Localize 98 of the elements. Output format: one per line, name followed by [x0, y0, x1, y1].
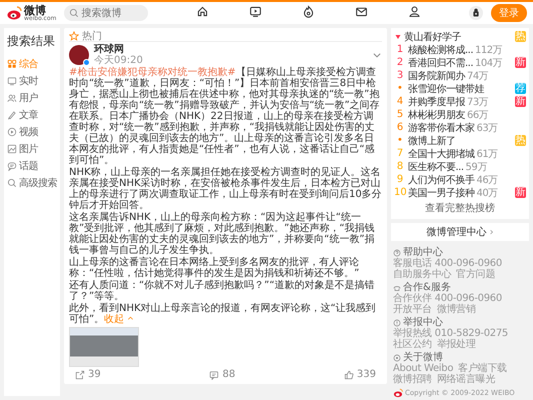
- hot-search-item[interactable]: 游客带你看木家: [408, 120, 474, 134]
- manage-center-button[interactable]: 微博管理中心 ›: [391, 223, 529, 241]
- hashtag-link[interactable]: #枪击安倍嫌犯母亲称对统一教抱歉#: [69, 67, 236, 78]
- sidebar-item[interactable]: 用户: [7, 89, 58, 106]
- help-icon: [393, 248, 401, 256]
- hot-search-item[interactable]: 国务院新闻办: [408, 68, 465, 82]
- chat-icon: [7, 160, 17, 170]
- home-icon[interactable]: [196, 5, 210, 18]
- sidebar-item[interactable]: 话题: [7, 157, 58, 174]
- avatar-icon[interactable]: [469, 6, 483, 20]
- section-label: 热门: [82, 30, 102, 42]
- flame-icon[interactable]: [302, 5, 316, 18]
- hot-search-item[interactable]: 微博上新了: [408, 134, 456, 148]
- tv-icon[interactable]: [249, 5, 262, 18]
- heat-count: 74万: [467, 70, 488, 82]
- caret-icon: [127, 315, 134, 322]
- rank-number: 4: [396, 96, 404, 107]
- heat-count: 73万: [467, 96, 488, 108]
- rank-number: 1: [396, 44, 404, 55]
- image-placeholder[interactable]: [69, 327, 139, 367]
- post-text: 此外，看到NHK对山上母亲言论的报道，有网友评论称，这“让我感到可怕”。收起: [69, 303, 377, 325]
- post-text: NHK称，山上母亲的一名亲属担任她在接受检方调查时的见证人。这名亲属在接受NHK采访时称，在安倍被枪杀事件发生后，日本检方已对山上的母亲进行了两次调查取证工作，山上母亲有时在受到询问后10多分钟后才开始回答。: [69, 167, 382, 211]
- mail-icon[interactable]: [355, 5, 368, 18]
- heat-count: 66万: [467, 108, 488, 122]
- hot-search-item[interactable]: 美国一男子接种: [408, 186, 474, 200]
- weibo-eye-icon: [393, 388, 403, 398]
- hot-search-item[interactable]: 黄山看好学子: [404, 30, 461, 44]
- pin-icon: [394, 32, 402, 40]
- hot-search-item[interactable]: 香港回归不需...: [408, 56, 474, 70]
- search-icon: [7, 178, 17, 188]
- play-icon: [7, 126, 17, 136]
- monitor-icon: [7, 76, 17, 86]
- hot-search-item[interactable]: 林彬彬男朋友: [408, 108, 465, 122]
- heat-count: 46万: [476, 174, 498, 186]
- hot-search-item[interactable]: 并购季度早报: [408, 94, 465, 108]
- post-text: 山上母亲的这番言论在日本网络上受到多名网友的批评，有人评论称：“任性啦，估计她觉得事件的发生是因为捐钱和祈祷还不够。”: [69, 257, 360, 279]
- picture-icon: [7, 144, 17, 154]
- bullet: •: [396, 135, 404, 146]
- hot-search-item[interactable]: 人们为何不换手: [408, 172, 474, 186]
- rank-number: 10: [394, 187, 406, 198]
- avatar-circle[interactable]: [69, 45, 89, 65]
- rank-number: 5: [396, 109, 404, 120]
- heat-count: 59万: [466, 160, 487, 174]
- footer-heading: 合作&服务: [403, 282, 451, 293]
- sidebar-item[interactable]: 实时: [7, 72, 58, 89]
- sidebar-item[interactable]: 图片: [7, 140, 58, 157]
- heat-count: 40万: [476, 186, 498, 200]
- person-icon[interactable]: [408, 5, 422, 18]
- hot-badge: 新: [515, 187, 526, 198]
- heat-count: 61万: [476, 148, 498, 160]
- rank-number: 6: [396, 122, 404, 133]
- cap-icon: [393, 284, 401, 292]
- hot-badge: 新: [515, 96, 526, 107]
- footer-heading: 帮助中心: [403, 247, 443, 258]
- rank-number: 3: [396, 70, 404, 81]
- sidebar-item[interactable]: 高级搜索: [7, 174, 58, 191]
- like-button[interactable]: 339: [344, 369, 376, 380]
- rank-number: 2: [396, 57, 404, 68]
- hot-search-item[interactable]: 全国十大拥堵城: [408, 146, 474, 160]
- more-link[interactable]: 查看完整热搜榜: [394, 199, 526, 217]
- author-name[interactable]: 环球网: [94, 44, 367, 55]
- rank-number: 8: [396, 161, 404, 172]
- logo-text: 微博: [24, 4, 46, 16]
- post-text: 这名亲属告诉NHK，山上的母亲向检方称：“因为这起事件让“统一教”受到批评，他其感到了麻烦，对此感到抱歉。”她还声称，“我捐钱就能让因处伤害的丈夫的灵魂回到该去的地方”，并称要向“统一教”捐钱一事曾与自己的儿子发生争执。: [69, 212, 376, 256]
- comment-button[interactable]: 88: [209, 369, 236, 380]
- sidebar-title: 搜索结果: [7, 33, 56, 50]
- arrow-icon: ›: [490, 227, 494, 238]
- heat-count: 104万: [475, 56, 502, 70]
- warning-icon: [393, 318, 401, 326]
- hot-search-item[interactable]: 核酸检测将成...: [408, 42, 474, 56]
- hot-badge: 热: [515, 31, 526, 42]
- weibo-eye-icon: [6, 5, 22, 21]
- post-text: 还有人质问道：“你就不对儿子感到抱歉吗？”“道歉的对象是不是搞错了？”等等。: [69, 280, 376, 302]
- share-icon: [75, 370, 85, 380]
- hot-badge: 荐: [515, 83, 526, 94]
- search-field[interactable]: 搜索微博: [64, 5, 148, 21]
- footer-heading: 关于微博: [403, 352, 443, 363]
- rank-number: 7: [396, 148, 404, 159]
- hot-search-item[interactable]: 张雪迎你一键带娃: [408, 82, 484, 96]
- repost-button[interactable]: 39: [75, 369, 101, 380]
- rank-number: 9: [396, 174, 404, 185]
- comment-icon: [209, 370, 220, 380]
- users-icon: [7, 92, 17, 102]
- footer-heading: 举报中心: [403, 317, 443, 328]
- hot-badge: 新: [515, 57, 526, 68]
- heat-count: 63万: [476, 122, 498, 134]
- hot-badge: 热: [515, 135, 526, 146]
- hot-search-item[interactable]: 医生称不要...: [408, 160, 464, 174]
- bullet: •: [396, 83, 404, 94]
- sidebar-item[interactable]: 视频: [7, 123, 58, 140]
- heat-count: 112万: [475, 44, 502, 56]
- post-text: #枪击安倍嫌犯母亲称对统一教抱歉#【日媒称山上母亲接受检方调查时向“统一教”道歉，日网友：“可怕！”】日本前首相安倍晋三8日中枪身亡，据悉山上彻也被捕后在供述中称，他对其母亲执迷的“统一教”抱有怨恨，母亲向“统一教”捐赠导致破产，并认为安倍与“统一教”之间存在联系。日本广播协会（NHK）22日报道，山上的母亲在接受检方调查时称，对“统一教”感到抱歉，并声称，“我捐钱就能让因处伤害的丈夫（已故）的灵魂回到该去的地方”。山上母亲的这番言论引发多名日本网友的批评，有人指责她是“任性者”，也有人说，这番话让自己“感到可怕”。: [69, 67, 381, 166]
- info-icon: [393, 354, 401, 362]
- grid-icon: [7, 58, 17, 68]
- sidebar-item[interactable]: 文章: [7, 106, 58, 123]
- star-icon: [69, 30, 79, 40]
- thumbs-up-icon: [344, 370, 354, 380]
- pen-icon: [7, 110, 17, 120]
